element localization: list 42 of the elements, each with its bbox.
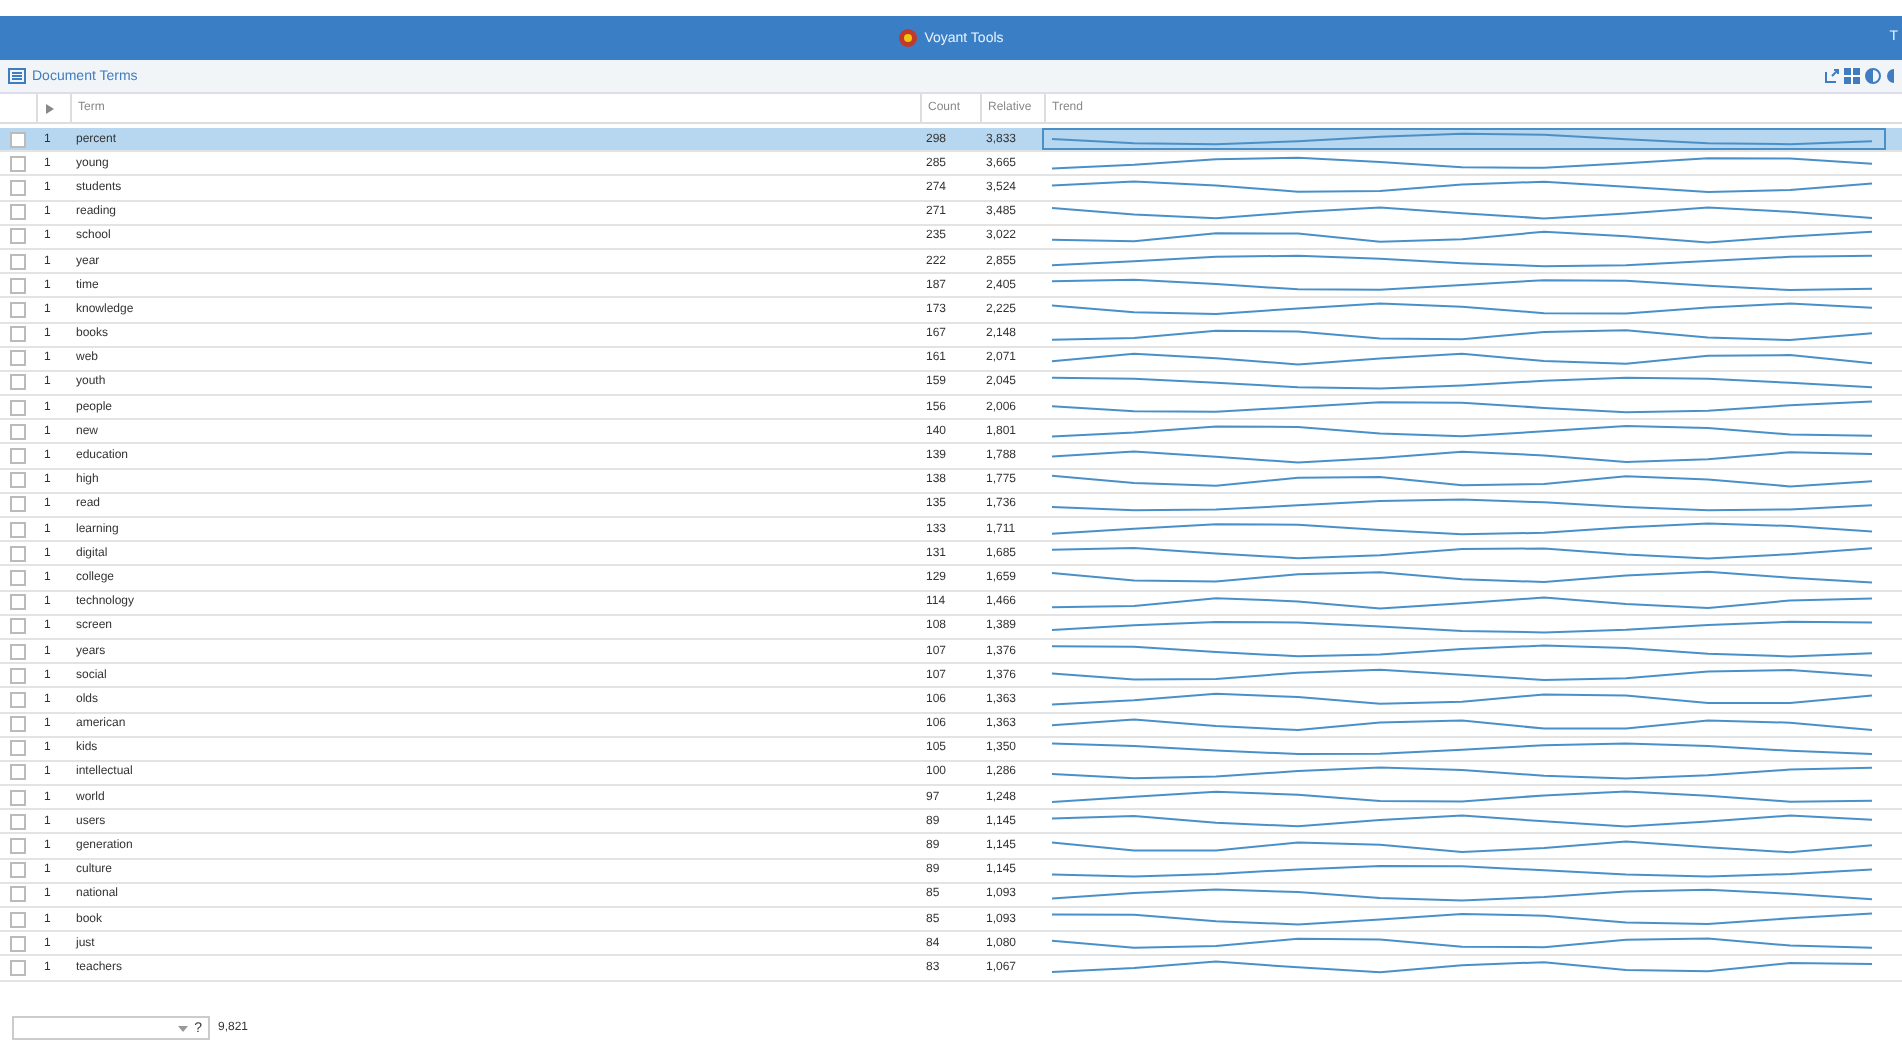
checkbox[interactable]: [10, 667, 26, 684]
checkbox[interactable]: [10, 716, 26, 733]
checkbox[interactable]: [10, 399, 26, 416]
checkbox[interactable]: [10, 643, 26, 660]
checkbox[interactable]: [10, 131, 26, 148]
checkbox[interactable]: [10, 691, 26, 708]
checkbox[interactable]: [10, 959, 26, 976]
checkbox[interactable]: [10, 374, 26, 391]
checkbox[interactable]: [10, 253, 26, 270]
checkbox[interactable]: [10, 764, 26, 781]
checkbox[interactable]: [10, 886, 26, 903]
checkbox[interactable]: [10, 838, 26, 855]
checkbox[interactable]: [10, 472, 26, 489]
export-icon[interactable]: [1824, 68, 1840, 84]
checkbox[interactable]: [10, 350, 26, 367]
checkbox[interactable]: [10, 496, 26, 513]
checkbox[interactable]: [10, 179, 26, 196]
checkbox[interactable]: [10, 423, 26, 440]
checkbox[interactable]: [10, 569, 26, 586]
toggle-icon[interactable]: [1864, 68, 1882, 84]
checkbox[interactable]: [10, 594, 26, 611]
checkbox[interactable]: [10, 228, 26, 245]
checkbox[interactable]: [10, 521, 26, 538]
checkbox[interactable]: [10, 326, 26, 343]
list-icon: [8, 68, 26, 84]
checkbox[interactable]: [10, 301, 26, 318]
checkbox[interactable]: [10, 155, 26, 172]
checkbox[interactable]: [10, 862, 26, 879]
checkbox[interactable]: [10, 448, 26, 465]
checkbox[interactable]: [10, 545, 26, 562]
checkbox[interactable]: [10, 813, 26, 830]
checkbox[interactable]: [10, 789, 26, 806]
expand-icon: [46, 103, 54, 113]
checkbox[interactable]: [10, 740, 26, 757]
grid-icon[interactable]: [1844, 68, 1860, 84]
checkbox[interactable]: [10, 277, 26, 294]
dropdown-icon: [178, 1025, 189, 1031]
checkbox[interactable]: [10, 204, 26, 221]
checkbox[interactable]: [10, 935, 26, 952]
logo-icon: [898, 28, 919, 48]
checkbox[interactable]: [10, 911, 26, 928]
checkbox[interactable]: [10, 618, 26, 635]
